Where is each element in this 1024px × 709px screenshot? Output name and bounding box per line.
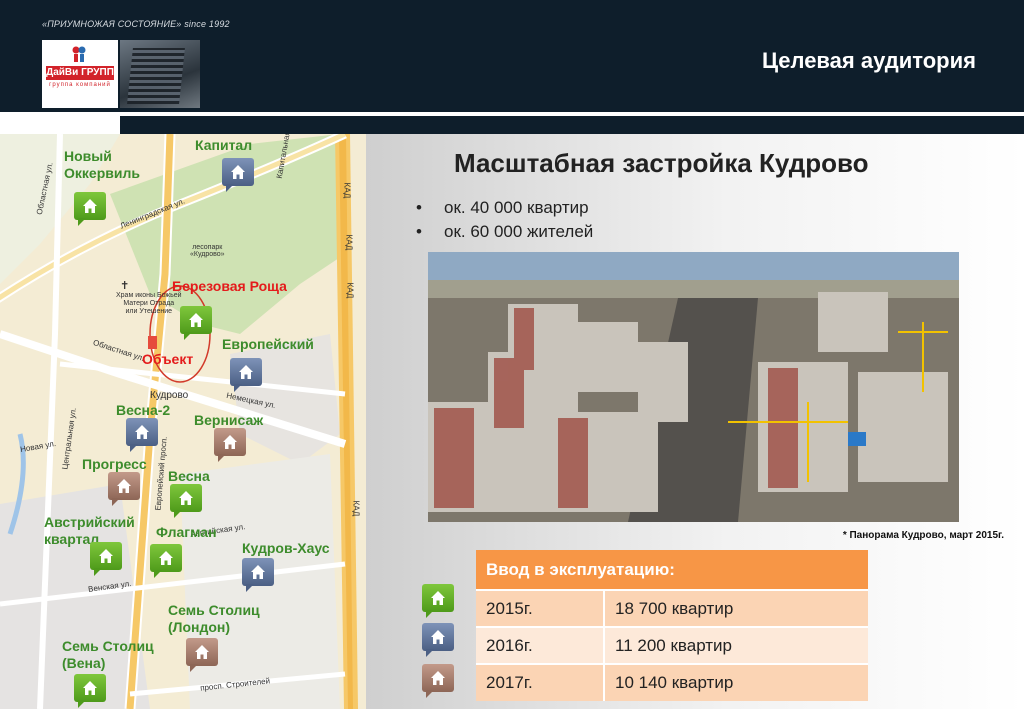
commissioning-table: Ввод в эксплуатацию: 2015г. 18 700 кварт… <box>476 550 868 701</box>
label-vesna-2: Весна-2 <box>116 402 171 418</box>
house-icon <box>117 479 131 493</box>
street-label: КАД <box>342 182 352 199</box>
table-row: 2016г. 11 200 квартир <box>476 626 868 664</box>
street-label: КАД <box>351 500 361 517</box>
house-icon <box>431 630 445 644</box>
house-icon <box>179 491 193 505</box>
house-icon <box>135 425 149 439</box>
house-icon <box>159 551 173 565</box>
pin-kapital[interactable] <box>222 158 254 194</box>
legend-pin-blue <box>422 623 454 659</box>
company-logo: ДайВи ГРУПП группа компаний <box>42 40 118 108</box>
photo-caption: * Панорама Кудрово, март 2015г. <box>842 530 1004 541</box>
street-label: КАД <box>345 282 355 299</box>
stat-residents: ок. 60 000 жителей <box>416 220 593 244</box>
label-sem-stolits-london: Семь Столиц (Лондон) <box>168 602 260 635</box>
label-novy-okkervil: Новый Оккервиль <box>64 148 140 181</box>
stat-apartments: ок. 40 000 квартир <box>416 196 593 220</box>
label-obekt: Объект <box>142 351 194 367</box>
table-header: Ввод в эксплуатацию: <box>476 550 868 590</box>
pin-evropeysky[interactable] <box>230 358 262 394</box>
svg-text:✝: ✝ <box>120 279 129 292</box>
label-vernisazh: Вернисаж <box>194 412 264 428</box>
table-row: 2017г. 10 140 квартир <box>476 663 868 701</box>
kudrovo-panorama-photo <box>428 252 959 522</box>
pin-vesna[interactable] <box>170 484 202 520</box>
district-map: ✝ Ленинградская ул. Областная ул. Област… <box>0 134 366 709</box>
label-berezovaya-roshcha: Березовая Роща <box>172 278 287 294</box>
house-icon <box>83 199 97 213</box>
pin-vesna-2[interactable] <box>126 418 158 454</box>
pin-vernisazh[interactable] <box>214 428 246 464</box>
house-icon <box>99 549 113 563</box>
pin-avstriysky-kvartal[interactable] <box>90 542 122 578</box>
logo-subtitle: группа компаний <box>49 82 111 88</box>
logo-mark-icon <box>72 46 86 62</box>
value-cell: 10 140 квартир <box>604 663 868 701</box>
legend-pin-brown <box>422 664 454 700</box>
legend-pin-green <box>422 584 454 620</box>
value-cell: 11 200 квартир <box>604 626 868 664</box>
pin-berezovaya-roshcha[interactable] <box>180 306 212 342</box>
year-cell: 2016г. <box>476 626 605 664</box>
value-cell: 18 700 квартир <box>604 589 868 627</box>
pin-kudrov-haus[interactable] <box>242 558 274 594</box>
pin-novy-okkervil[interactable] <box>74 192 106 228</box>
label-progress: Прогресс <box>82 456 147 472</box>
building-photo <box>120 40 200 108</box>
house-icon <box>239 365 253 379</box>
house-icon <box>195 645 209 659</box>
house-icon <box>431 591 445 605</box>
pin-sem-stolits-vena[interactable] <box>74 674 106 709</box>
house-icon <box>189 313 203 327</box>
street-label: Храм иконы Божьей Матери Отрада или Утеш… <box>116 292 182 315</box>
company-tagline: «ПРИУМНОЖАЯ СОСТОЯНИЕ» since 1992 <box>42 19 230 29</box>
pin-sem-stolits-london[interactable] <box>186 638 218 674</box>
pin-flagman[interactable] <box>150 544 182 580</box>
logo-text: ДайВи ГРУПП <box>46 66 114 80</box>
street-label: лесопарк «Кудрово» <box>190 244 225 258</box>
table-row: 2015г. 18 700 квартир <box>476 589 868 627</box>
content-panel: Масштабная застройка Кудрово ок. 40 000 … <box>366 134 1024 709</box>
house-icon <box>251 565 265 579</box>
stats-list: ок. 40 000 квартир ок. 60 000 жителей <box>416 196 593 244</box>
page-title: Целевая аудитория <box>761 48 976 73</box>
label-kudrov-haus: Кудров-Хаус <box>242 540 330 556</box>
section-heading: Масштабная застройка Кудрово <box>454 148 869 178</box>
street-label: КАД <box>344 234 354 251</box>
panorama-illustration <box>428 252 959 522</box>
year-cell: 2015г. <box>476 589 605 627</box>
house-icon <box>223 435 237 449</box>
year-cell: 2017г. <box>476 663 605 701</box>
house-icon <box>83 681 97 695</box>
house-icon <box>231 165 245 179</box>
header-bar: «ПРИУМНОЖАЯ СОСТОЯНИЕ» since 1992 ДайВи … <box>0 0 1024 112</box>
label-sem-stolits-vena: Семь Столиц (Вена) <box>62 638 154 671</box>
pin-progress[interactable] <box>108 472 140 508</box>
header-sub-band <box>120 116 1024 134</box>
label-kapital: Капитал <box>195 137 253 153</box>
house-icon <box>431 671 445 685</box>
label-evropeysky: Европейский <box>222 336 314 352</box>
street-label: Кудрово <box>150 390 189 401</box>
label-flagman: Флагман <box>156 524 217 540</box>
label-vesna: Весна <box>168 468 210 484</box>
